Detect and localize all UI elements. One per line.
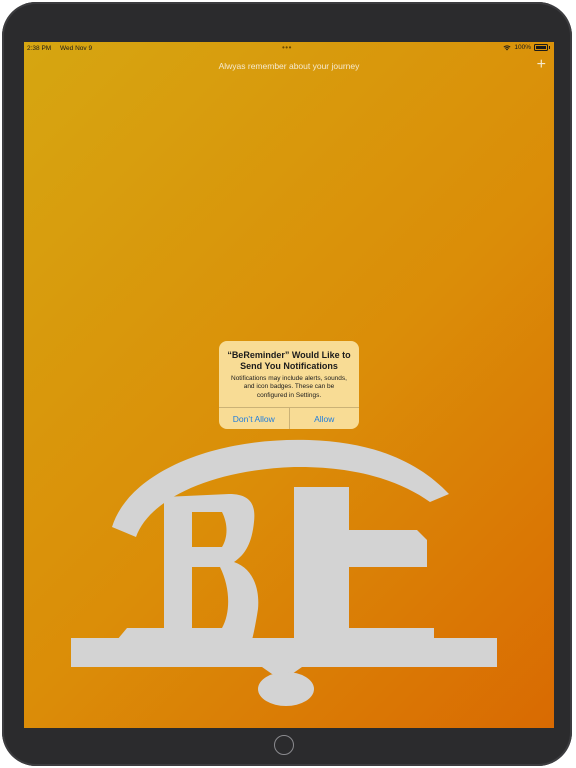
logo-swoosh <box>112 439 449 537</box>
alert-message: Notifications may include alerts, sounds… <box>231 375 347 399</box>
alert-title: “BeReminder” Would Like to Send You Noti… <box>227 350 351 371</box>
ipad-frame: 2:38 PM Wed Nov 9 ••• 100% Alwyas rememb… <box>2 2 572 766</box>
home-button[interactable] <box>274 735 294 755</box>
allow-button[interactable]: Allow <box>288 408 360 429</box>
logo-baseline <box>71 638 497 667</box>
logo-letter-e <box>294 487 434 640</box>
logo-dot <box>258 672 314 706</box>
dont-allow-button[interactable]: Don’t Allow <box>219 408 289 429</box>
app-screen: 2:38 PM Wed Nov 9 ••• 100% Alwyas rememb… <box>24 42 554 728</box>
alert-button-row: Don’t Allow Allow <box>219 407 359 429</box>
notification-permission-alert: “BeReminder” Would Like to Send You Noti… <box>219 341 359 429</box>
